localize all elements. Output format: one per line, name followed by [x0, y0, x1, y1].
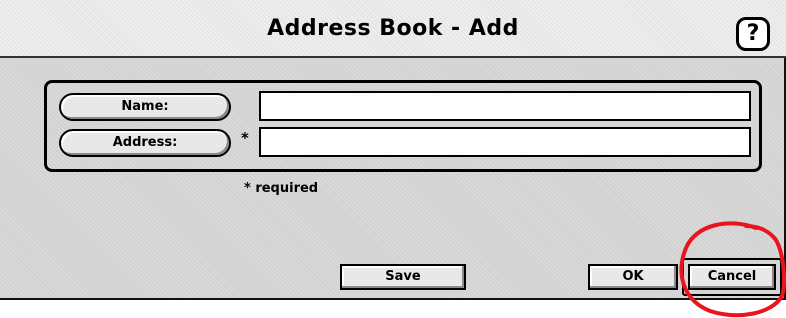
- address-required-marker: *: [241, 129, 249, 147]
- address-field-button[interactable]: Address:: [59, 129, 231, 157]
- title-bar: Address Book - Add ?: [0, 0, 786, 58]
- help-button[interactable]: ?: [736, 17, 770, 51]
- dialog-title: Address Book - Add: [267, 16, 519, 41]
- save-button[interactable]: Save: [340, 264, 466, 290]
- address-input[interactable]: [259, 127, 751, 157]
- address-book-add-dialog: Address Book - Add ? Name: Address: * * …: [0, 0, 786, 300]
- cancel-button[interactable]: Cancel: [688, 264, 776, 290]
- help-icon: ?: [746, 21, 760, 46]
- ok-button[interactable]: OK: [588, 264, 678, 290]
- name-input[interactable]: [259, 91, 751, 121]
- name-field-button[interactable]: Name:: [59, 93, 231, 121]
- fields-group: Name: Address: *: [44, 80, 762, 172]
- required-note: * required: [244, 181, 319, 196]
